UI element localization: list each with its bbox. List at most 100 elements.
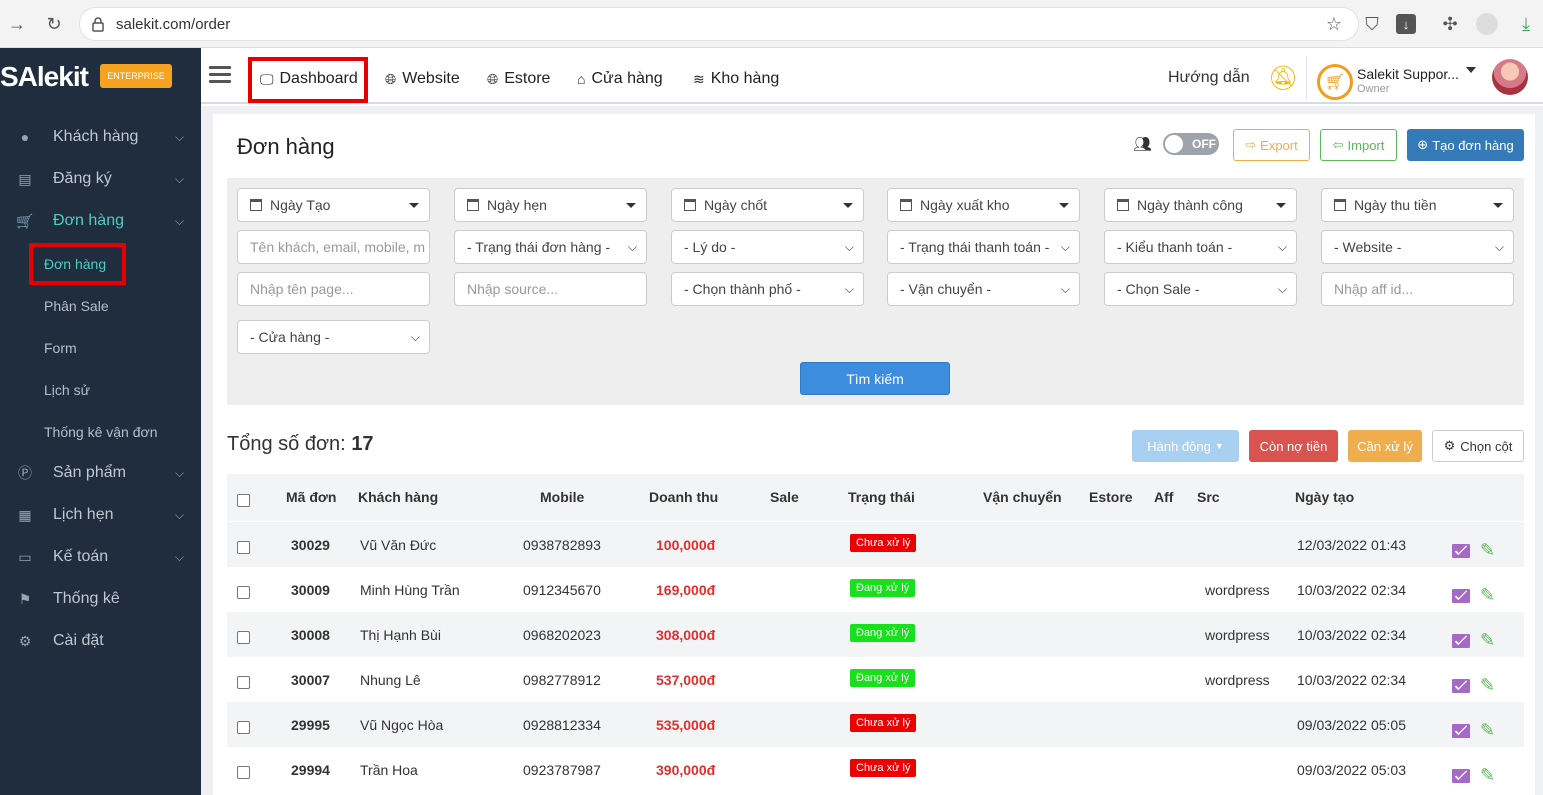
import-button[interactable]: ⇦ Import	[1320, 129, 1397, 161]
todo-filter-button[interactable]: Cần xử lý	[1348, 430, 1422, 462]
col-header-revenue[interactable]: Doanh thu	[649, 489, 718, 505]
subitem-shipping-stats[interactable]: Thống kê vận đơn	[44, 424, 157, 440]
export-button[interactable]: ⇨ Export	[1233, 129, 1310, 161]
row-checkbox[interactable]	[237, 541, 250, 554]
col-header-code[interactable]: Mã đơn	[286, 489, 336, 505]
download-box-icon[interactable]: ↓	[1396, 14, 1416, 34]
page-name-input[interactable]: Nhập tên page...	[237, 272, 430, 306]
col-header-customer[interactable]: Khách hàng	[358, 489, 438, 505]
col-header-created[interactable]: Ngày tạo	[1295, 489, 1354, 505]
edit-icon[interactable]: ✎	[1480, 721, 1500, 739]
edit-icon[interactable]: ✎	[1480, 766, 1500, 784]
search-button[interactable]: Tìm kiếm	[800, 362, 950, 395]
row-checkbox[interactable]	[237, 766, 250, 779]
mail-icon[interactable]	[1452, 679, 1470, 693]
reason-select[interactable]: - Lý do - ⌵	[671, 230, 864, 264]
edit-icon[interactable]: ✎	[1480, 586, 1500, 604]
subitem-sales-assign[interactable]: Phân Sale	[44, 298, 109, 314]
shipping-select[interactable]: - Vận chuyển - ⌵	[887, 272, 1080, 306]
date-filter-created[interactable]: Ngày Tạo	[237, 188, 430, 222]
order-status-select[interactable]: - Trạng thái đơn hàng - ⌵	[454, 230, 647, 264]
chevron-down-icon: ⌵	[1277, 282, 1287, 296]
shop-logo-icon[interactable]: 🛒︎	[1317, 64, 1353, 100]
brand-logo[interactable]: SAlekit	[0, 61, 89, 92]
sidebar-item-orders[interactable]: 🛒 Đơn hàng ⌵	[0, 201, 201, 241]
subitem-form[interactable]: Form	[44, 340, 77, 356]
shield-icon[interactable]: ⛉	[1360, 12, 1384, 36]
source-input[interactable]: Nhập source...	[454, 272, 647, 306]
order-code[interactable]: 30008	[291, 627, 330, 643]
website-select[interactable]: - Website - ⌵	[1321, 230, 1514, 264]
user-dropdown-caret-icon[interactable]	[1466, 67, 1476, 73]
nav-warehouse[interactable]: ≋ Kho hàng	[693, 70, 779, 88]
order-code[interactable]: 29994	[291, 762, 330, 778]
sidebar-item-statistics[interactable]: ⚑ Thống kê	[0, 579, 201, 619]
mail-icon[interactable]	[1452, 589, 1470, 603]
nav-store[interactable]: ⌂ Cửa hàng	[577, 70, 663, 88]
order-code[interactable]: 30029	[291, 537, 330, 553]
mail-icon[interactable]	[1452, 724, 1470, 738]
row-checkbox[interactable]	[237, 676, 250, 689]
edit-icon[interactable]: ✎	[1480, 631, 1500, 649]
create-order-button[interactable]: ⊕ Tạo đơn hàng	[1407, 129, 1524, 161]
mail-icon[interactable]	[1452, 544, 1470, 558]
download-icon[interactable]: ⤓	[1514, 12, 1538, 36]
col-header-mobile[interactable]: Mobile	[540, 489, 584, 505]
sidebar-item-registrations[interactable]: ▤ Đăng ký ⌵	[0, 159, 201, 199]
date-filter-paid[interactable]: Ngày thu tiền	[1321, 188, 1514, 222]
sidebar-item-settings[interactable]: ⚙ Cài đặt	[0, 621, 201, 661]
bell-off-icon[interactable]: 🔕︎	[1268, 64, 1298, 93]
mail-icon[interactable]	[1452, 634, 1470, 648]
col-header-sale[interactable]: Sale	[770, 489, 799, 505]
city-select[interactable]: - Chọn thành phố - ⌵	[671, 272, 864, 306]
row-checkbox[interactable]	[237, 631, 250, 644]
select-all-checkbox[interactable]	[237, 494, 250, 507]
date-filter-success[interactable]: Ngày thành công	[1104, 188, 1297, 222]
edit-icon[interactable]: ✎	[1480, 541, 1500, 559]
forward-icon[interactable]: →	[5, 12, 29, 36]
help-link[interactable]: Hướng dẫn	[1168, 69, 1250, 87]
debt-filter-button[interactable]: Còn nợ tiền	[1249, 430, 1338, 462]
menu-toggle-icon[interactable]	[209, 66, 231, 84]
extensions-icon[interactable]: ✣	[1438, 12, 1462, 36]
date-filter-export[interactable]: Ngày xuất kho	[887, 188, 1080, 222]
subitem-history[interactable]: Lịch sử	[44, 382, 90, 398]
toggle-switch[interactable]: OFF	[1163, 133, 1219, 155]
choose-columns-button[interactable]: ⚙ Chọn cột	[1432, 430, 1524, 462]
order-code[interactable]: 30009	[291, 582, 330, 598]
row-checkbox[interactable]	[237, 721, 250, 734]
sidebar-item-accounting[interactable]: ▭ Kế toán ⌵	[0, 537, 201, 577]
col-header-shipping[interactable]: Vận chuyển	[983, 489, 1062, 505]
mail-icon[interactable]	[1452, 769, 1470, 783]
sidebar-item-appointments[interactable]: ▦ Lịch hẹn ⌵	[0, 495, 201, 535]
sidebar-item-products[interactable]: Ⓟ Sản phẩm ⌵	[0, 453, 201, 493]
customer-search-input[interactable]: Tên khách, email, mobile, m	[237, 230, 430, 264]
sale-select[interactable]: - Chọn Sale - ⌵	[1104, 272, 1297, 306]
col-header-estore[interactable]: Estore	[1089, 489, 1133, 505]
chevron-down-icon: ⌵	[175, 213, 185, 228]
col-header-src[interactable]: Src	[1197, 489, 1220, 505]
payment-type-select[interactable]: - Kiểu thanh toán - ⌵	[1104, 230, 1297, 264]
star-icon[interactable]: ☆	[1322, 12, 1346, 36]
payment-status-select[interactable]: - Trạng thái thanh toán - ⌵	[887, 230, 1080, 264]
sidebar-item-customers[interactable]: ● Khách hàng ⌵	[0, 117, 201, 157]
avatar[interactable]	[1492, 59, 1528, 95]
user-name[interactable]: Salekit Suppor...	[1357, 66, 1459, 82]
action-dropdown-button[interactable]: Hành động ▼	[1132, 430, 1239, 462]
aff-id-input[interactable]: Nhập aff id...	[1321, 272, 1514, 306]
order-code[interactable]: 29995	[291, 717, 330, 733]
nav-estore[interactable]: 🌐︎ Estore	[487, 70, 550, 88]
date-filter-appointment[interactable]: Ngày hẹn	[454, 188, 647, 222]
col-header-aff[interactable]: Aff	[1154, 489, 1173, 505]
highlight-box-dashboard	[248, 57, 368, 103]
order-code[interactable]: 30007	[291, 672, 330, 688]
edit-icon[interactable]: ✎	[1480, 676, 1500, 694]
address-bar[interactable]: salekit.com/order	[79, 7, 1359, 41]
date-filter-closed[interactable]: Ngày chốt	[671, 188, 864, 222]
reload-icon[interactable]: ↻	[42, 12, 66, 36]
nav-website[interactable]: 🌐︎ Website	[385, 70, 460, 88]
row-checkbox[interactable]	[237, 586, 250, 599]
profile-icon[interactable]	[1476, 13, 1498, 35]
store-select[interactable]: - Cửa hàng - ⌵	[237, 320, 430, 354]
col-header-status[interactable]: Trạng thái	[848, 489, 915, 505]
